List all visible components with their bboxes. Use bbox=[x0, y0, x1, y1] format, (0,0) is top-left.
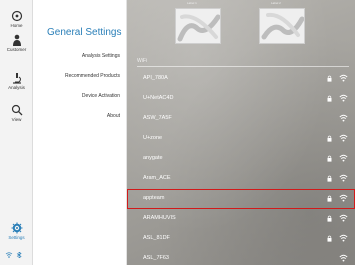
network-row[interactable]: U+zone bbox=[127, 129, 355, 149]
rail-item-label: View bbox=[11, 117, 22, 122]
status-wifi-icon bbox=[5, 251, 22, 259]
lock-icon bbox=[327, 95, 332, 102]
wifi-signal-icon bbox=[339, 194, 348, 202]
divider bbox=[137, 66, 349, 67]
wifi-signal-icon bbox=[339, 254, 348, 262]
image-placeholder-icon bbox=[176, 9, 220, 43]
network-row[interactable]: appteam bbox=[127, 189, 355, 209]
network-ssid: ASL_81DF bbox=[143, 235, 170, 241]
rail-item-analysis[interactable]: Analysis bbox=[0, 72, 33, 90]
rail-item-label: Settings bbox=[8, 235, 25, 240]
wifi-icon bbox=[5, 252, 13, 258]
network-ssid: appteam bbox=[143, 195, 165, 201]
network-row[interactable]: API_780A bbox=[127, 69, 355, 89]
rail-item-view[interactable]: View bbox=[0, 104, 33, 122]
lock-icon bbox=[327, 75, 332, 82]
network-ssid: U+zone bbox=[143, 135, 163, 141]
thumbnail-caption: Label 1 bbox=[187, 1, 197, 5]
thumbnail-caption: Label 2 bbox=[271, 1, 281, 5]
wifi-section-label: WiFi bbox=[137, 58, 147, 64]
network-row[interactable]: U+NetAC4D bbox=[127, 89, 355, 109]
network-ssid: U+NetAC4D bbox=[143, 95, 174, 101]
network-row[interactable]: ASL_7F63 bbox=[127, 249, 355, 265]
rail-item-label: Customer bbox=[6, 47, 27, 52]
wifi-signal-icon bbox=[339, 134, 348, 142]
wifi-signal-icon bbox=[339, 114, 348, 122]
network-ssid: Aram_ACE bbox=[143, 175, 171, 181]
lock-icon bbox=[327, 195, 332, 202]
network-row[interactable]: ASW_7A5F bbox=[127, 109, 355, 129]
rail-item-customer[interactable]: Customer bbox=[0, 34, 33, 52]
microscope-icon bbox=[12, 73, 21, 84]
app-window: Home Customer Analysis View Settings Gen… bbox=[0, 0, 355, 265]
nav-rail: Home Customer Analysis View Settings bbox=[0, 0, 33, 265]
network-ssid: API_780A bbox=[143, 75, 168, 81]
menu-item-analysis-settings[interactable]: Analysis Settings bbox=[82, 53, 120, 59]
person-icon bbox=[12, 34, 21, 46]
wifi-panel: Label 1 Label 2 WiFi API_780A U+NetAC4D AS… bbox=[127, 0, 355, 265]
bluetooth-icon bbox=[16, 251, 22, 259]
network-row[interactable]: ASL_81DF bbox=[127, 229, 355, 249]
wifi-signal-icon bbox=[339, 74, 348, 82]
network-row[interactable]: ARAMHUVIS bbox=[127, 209, 355, 229]
wifi-signal-icon bbox=[339, 94, 348, 102]
wifi-signal-icon bbox=[339, 214, 348, 222]
rail-item-settings[interactable]: Settings bbox=[0, 222, 33, 240]
lock-icon bbox=[327, 155, 332, 162]
thumbnail-image bbox=[175, 8, 221, 44]
network-ssid: anygate bbox=[143, 155, 163, 161]
network-row[interactable]: Aram_ACE bbox=[127, 169, 355, 189]
rail-item-label: Home bbox=[10, 23, 23, 28]
lock-icon bbox=[327, 135, 332, 142]
menu-item-recommended-products[interactable]: Recommended Products bbox=[65, 73, 120, 79]
wifi-signal-icon bbox=[339, 154, 348, 162]
network-row[interactable]: anygate bbox=[127, 149, 355, 169]
gear-icon bbox=[11, 222, 22, 234]
rail-item-label: Analysis bbox=[8, 85, 25, 90]
network-ssid: ASW_7A5F bbox=[143, 115, 172, 121]
rail-item-home[interactable]: Home bbox=[0, 10, 33, 28]
network-ssid: ASL_7F63 bbox=[143, 255, 169, 261]
wifi-signal-icon bbox=[339, 234, 348, 242]
lock-icon bbox=[327, 235, 332, 242]
wifi-signal-icon bbox=[339, 174, 348, 182]
settings-menu: General Settings Analysis Settings Recom… bbox=[33, 0, 127, 265]
network-ssid: ARAMHUVIS bbox=[143, 215, 176, 221]
image-placeholder-icon bbox=[260, 9, 304, 43]
menu-item-about[interactable]: About bbox=[107, 113, 120, 119]
lock-icon bbox=[327, 215, 332, 222]
page-title: General Settings bbox=[47, 27, 122, 38]
menu-item-device-activation[interactable]: Device Activation bbox=[82, 93, 120, 99]
search-icon bbox=[11, 104, 22, 116]
thumbnail-image bbox=[259, 8, 305, 44]
lock-icon bbox=[327, 175, 332, 182]
home-icon bbox=[11, 10, 22, 22]
